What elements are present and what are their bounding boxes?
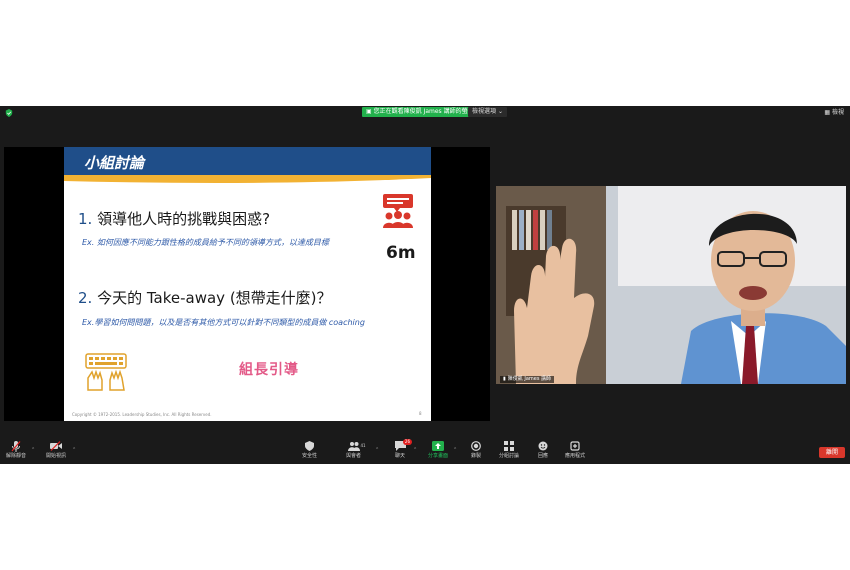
slide-header-swoosh bbox=[64, 175, 431, 183]
share-screen-icon bbox=[432, 440, 444, 452]
shield-icon[interactable] bbox=[5, 109, 13, 117]
view-options-button[interactable]: 檢視選項 ⌄ bbox=[468, 107, 507, 117]
video-feed-image bbox=[496, 186, 846, 384]
view-options-label: 檢視選項 bbox=[472, 108, 497, 115]
unmute-button[interactable]: 解除靜音 bbox=[6, 440, 26, 459]
question-1-example: Ex. 如何因應不同能力跟性格的成員給予不同的領導方式，以達成目標 bbox=[82, 238, 329, 247]
question-2-text: 今天的 Take-away (想帶走什麼)？ bbox=[97, 289, 332, 307]
participants-count: 41 bbox=[360, 443, 366, 448]
security-button[interactable]: 安全性 bbox=[302, 440, 317, 459]
chevron-down-icon: ⌄ bbox=[497, 108, 503, 115]
question-2: 2. 今天的 Take-away (想帶走什麼)？ bbox=[78, 287, 332, 308]
question-1: 1. 領導他人時的挑戰與困惑? bbox=[78, 208, 270, 229]
view-button[interactable]: ▦ 檢視 bbox=[824, 108, 844, 117]
apps-icon bbox=[569, 440, 581, 452]
chevron-up-icon[interactable]: ⌃ bbox=[31, 447, 35, 453]
record-button[interactable]: 錄製 bbox=[470, 440, 482, 459]
shared-screen: 小組討論 1. 領導他人時的挑戰與困惑? Ex. 如何因應不同能力跟性格的成員給… bbox=[4, 147, 490, 421]
signal-icon: ▮ bbox=[503, 376, 506, 382]
zoom-window: ▣ 您正在觀看陳俊凱 James 講師的螢幕 檢視選項 ⌄ ▦ 檢視 小組討論 … bbox=[0, 106, 850, 464]
participant-name: 陳俊凱 James 講師 bbox=[507, 376, 552, 382]
chevron-up-icon[interactable]: ⌃ bbox=[72, 447, 76, 453]
view-label: 檢視 bbox=[831, 109, 844, 116]
typing-hands-icon bbox=[85, 353, 127, 391]
question-1-text: 領導他人時的挑戰與困惑? bbox=[97, 210, 271, 228]
question-1-number: 1. bbox=[78, 210, 93, 228]
slide-copyright: Copyright © 1972-2015. Leadership Studie… bbox=[72, 412, 212, 417]
breakout-rooms-icon bbox=[503, 440, 515, 452]
share-screen-button[interactable]: 分享畫面 bbox=[428, 440, 448, 459]
video-off-icon bbox=[50, 440, 62, 452]
smiley-icon bbox=[537, 440, 549, 452]
record-icon bbox=[470, 440, 482, 452]
discussion-icon bbox=[383, 194, 413, 228]
participants-button[interactable]: 41 與會者 bbox=[346, 440, 366, 459]
reactions-button[interactable]: 回應 bbox=[537, 440, 549, 459]
unmute-label: 解除靜音 bbox=[6, 453, 27, 459]
participants-label: 與會者 bbox=[346, 453, 362, 459]
breakout-rooms-label: 分組討論 bbox=[499, 453, 520, 459]
question-2-number: 2. bbox=[78, 289, 93, 307]
question-2-example: Ex.學習如何問問題，以及是否有其他方式可以針對不同類型的成員做 coachin… bbox=[82, 318, 365, 327]
chat-label: 聊天 bbox=[394, 453, 405, 459]
reactions-label: 回應 bbox=[537, 453, 548, 459]
chevron-up-icon[interactable]: ⌃ bbox=[453, 447, 457, 453]
participants-icon: 41 bbox=[347, 440, 366, 452]
start-video-button[interactable]: 開始視訊 bbox=[46, 440, 66, 459]
apps-button[interactable]: 應用程式 bbox=[565, 440, 585, 459]
breakout-rooms-button[interactable]: 分組討論 bbox=[499, 440, 519, 459]
screen-share-icon: ▣ bbox=[366, 108, 372, 115]
security-label: 安全性 bbox=[302, 453, 318, 459]
share-banner[interactable]: ▣ 您正在觀看陳俊凱 James 講師的螢幕 bbox=[362, 107, 478, 117]
leave-meeting-button[interactable]: 離開 bbox=[819, 447, 845, 458]
record-label: 錄製 bbox=[470, 453, 481, 459]
participant-video[interactable] bbox=[496, 186, 846, 384]
chevron-up-icon[interactable]: ⌃ bbox=[375, 447, 379, 453]
grid-view-icon: ▦ bbox=[824, 109, 830, 116]
chat-icon: 26 bbox=[394, 439, 412, 452]
meeting-toolbar: 解除靜音 ⌃ 開始視訊 ⌃ 安全性 41 與會者 ⌃ 26 聊天 ⌃ 分享畫面 … bbox=[0, 439, 850, 464]
microphone-muted-icon bbox=[10, 440, 22, 452]
chat-unread-badge: 26 bbox=[402, 439, 412, 445]
shield-icon bbox=[304, 440, 316, 452]
leader-guidance-text: 組長引導 bbox=[239, 362, 299, 378]
slide-page-number: 8 bbox=[419, 411, 422, 416]
discussion-time: 6m bbox=[386, 243, 416, 263]
participant-name-tag: ▮ 陳俊凱 James 講師 bbox=[500, 376, 555, 383]
start-video-label: 開始視訊 bbox=[46, 453, 67, 459]
top-bar: ▣ 您正在觀看陳俊凱 James 講師的螢幕 檢視選項 ⌄ ▦ 檢視 bbox=[0, 106, 850, 120]
share-banner-text: 您正在觀看陳俊凱 James 講師的螢幕 bbox=[373, 108, 474, 115]
presentation-slide: 小組討論 1. 領導他人時的挑戰與困惑? Ex. 如何因應不同能力跟性格的成員給… bbox=[64, 147, 431, 421]
share-screen-label: 分享畫面 bbox=[428, 453, 449, 459]
slide-header: 小組討論 bbox=[64, 147, 431, 177]
chevron-up-icon[interactable]: ⌃ bbox=[413, 447, 417, 453]
slide-title: 小組討論 bbox=[84, 154, 145, 172]
chat-button[interactable]: 26 聊天 bbox=[394, 439, 412, 459]
apps-label: 應用程式 bbox=[565, 453, 586, 459]
